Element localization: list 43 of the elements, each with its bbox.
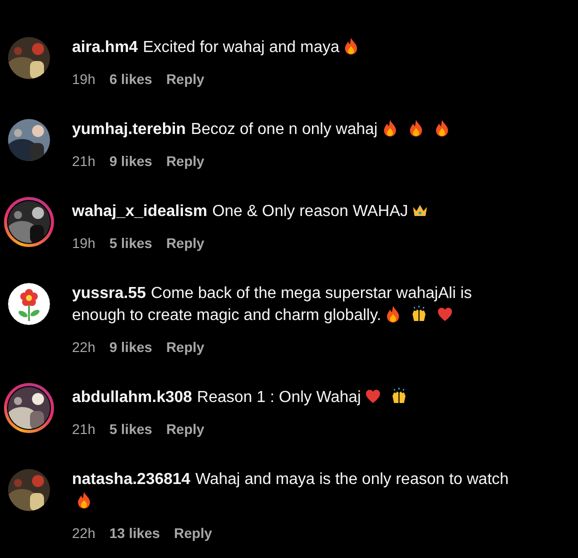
reply-link[interactable]: Reply xyxy=(174,523,212,543)
like-count[interactable]: 13 likes xyxy=(109,523,160,543)
comment-time: 19h xyxy=(72,70,96,89)
reply-link[interactable]: Reply xyxy=(166,151,204,171)
like-count[interactable]: 9 likes xyxy=(109,337,152,357)
fire-icon xyxy=(76,491,92,509)
flower-icon xyxy=(8,283,50,325)
like-count[interactable]: 9 likes xyxy=(109,151,152,171)
story-ring[interactable] xyxy=(4,383,54,433)
comment-text: yussra.55 Come back of the mega superstar wahajAli is enough to create magic and charm globally. xyxy=(72,285,472,324)
comment-time: 22h xyxy=(72,524,96,543)
like-count[interactable]: 5 likes xyxy=(109,233,152,253)
fire-icon xyxy=(382,119,398,137)
reply-link[interactable]: Reply xyxy=(166,337,204,357)
comment-text: wahaj_x_idealism One & Only reason WAHAJ xyxy=(72,203,428,220)
comment-time: 22h xyxy=(72,338,96,357)
heart-icon xyxy=(364,387,381,405)
comment-time: 19h xyxy=(72,234,96,253)
username-link[interactable]: yussra.55 xyxy=(72,285,146,302)
username-link[interactable]: natasha.236814 xyxy=(72,471,190,488)
username-link[interactable]: aira.hm4 xyxy=(72,39,138,56)
fire-icon xyxy=(343,37,360,55)
comment-time: 21h xyxy=(72,420,96,439)
reply-link[interactable]: Reply xyxy=(166,419,204,439)
comment-time: 21h xyxy=(72,152,96,171)
like-count[interactable]: 5 likes xyxy=(109,419,152,439)
comment-text: natasha.236814 Wahaj and maya is the only reason to watch xyxy=(72,471,509,510)
like-count[interactable]: 6 likes xyxy=(109,69,152,89)
comment-text: aira.hm4 Excited for wahaj and maya xyxy=(72,39,360,56)
fire-icon xyxy=(434,119,450,137)
username-link[interactable]: yumhaj.terebin xyxy=(72,121,186,138)
raised-hands-icon xyxy=(390,387,407,405)
heart-icon xyxy=(437,305,454,323)
reply-link[interactable]: Reply xyxy=(166,69,204,89)
reply-link[interactable]: Reply xyxy=(166,233,204,253)
comment-text: yumhaj.terebin Becoz of one n only wahaj xyxy=(72,121,450,138)
username-link[interactable]: wahaj_x_idealism xyxy=(72,203,208,220)
comment-text: abdullahm.k308 Reason 1 : Only Wahaj xyxy=(72,389,407,406)
story-ring[interactable] xyxy=(4,197,54,247)
fire-icon xyxy=(385,305,402,323)
raised-hands-icon xyxy=(411,305,428,323)
fire-icon xyxy=(408,119,424,137)
username-link[interactable]: abdullahm.k308 xyxy=(72,389,192,406)
